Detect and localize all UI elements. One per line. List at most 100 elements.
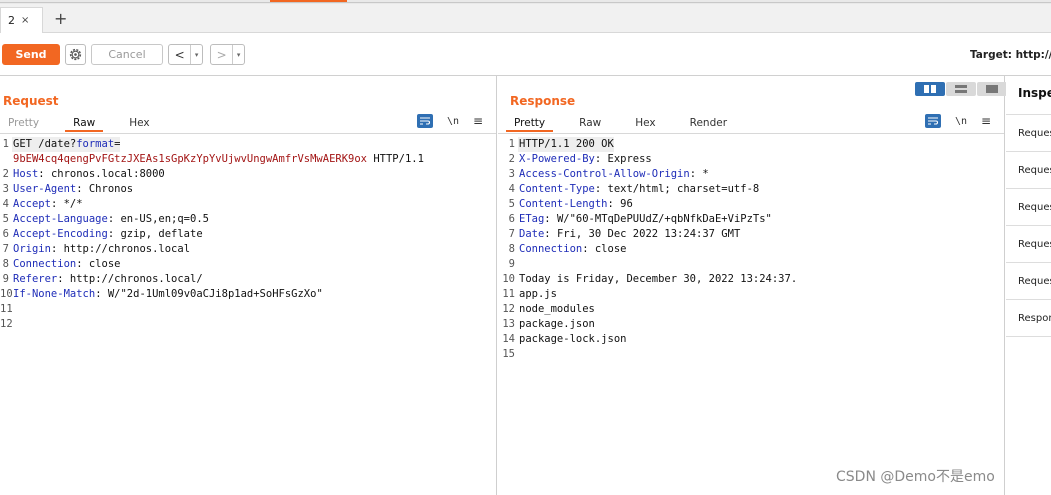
inspector-item[interactable]: Request cookies [1006,226,1051,263]
newline-toggle-icon[interactable]: \n [447,116,459,127]
code-line: 12 [0,317,496,332]
settings-button[interactable] [65,44,86,65]
inspector-pane: Inspector Request attributes Request que… [1006,76,1051,495]
single-pane-layout-icon[interactable] [977,82,1007,96]
line-number: 1 [508,138,515,150]
text-segment: : en-US,en;q=0.5 [107,213,209,225]
line-number: 4 [508,183,515,195]
tab-hex[interactable]: Hex [121,114,157,132]
line-text [12,317,13,332]
inspector-item[interactable]: Request body parameters [1006,189,1051,226]
close-tab-icon[interactable]: × [21,15,29,26]
line-text: Access-Control-Allow-Origin: * [518,167,709,182]
line-text: Content-Type: text/html; charset=utf-8 [518,182,759,197]
line-text: Origin: http://chronos.local [12,242,190,257]
line-number: 8 [2,258,9,270]
line-number: 15 [502,348,515,360]
line-number: 9 [508,258,515,270]
text-segment: HTTP/1.1 200 OK [519,138,614,150]
text-segment: : Chronos [76,183,134,195]
code-line: 4 Accept: */* [0,197,496,212]
side-by-side-layout-icon[interactable] [915,82,945,96]
line-text: If-None-Match: W/"2d-1Uml09v0aCJi8p1ad+S… [12,287,323,302]
menu-icon[interactable]: ≡ [473,114,483,128]
divider [0,133,496,134]
line-number: 1 [2,138,9,150]
newline-toggle-icon[interactable]: \n [955,116,967,127]
repeater-tab-2[interactable]: 2 × [0,7,43,33]
code-line: 11 [0,302,496,317]
text-segment: HTTP/1.1 [367,153,424,165]
top-divider [0,2,1051,3]
word-wrap-icon[interactable] [925,114,941,128]
tab-strip: 2 × + [0,0,1051,33]
line-text: X-Powered-By: Express [518,152,652,167]
header-name: Connection [13,258,77,270]
text-segment: : http://chronos.local [50,243,191,255]
chevron-down-icon[interactable]: ▾ [232,45,244,64]
line-text: Today is Friday, December 30, 2022 13:24… [518,272,797,287]
stacked-layout-icon[interactable] [946,82,976,96]
header-name: User-Agent [13,183,77,195]
line-text: GET /date?format= [12,137,121,152]
request-title: Request [3,94,59,108]
text-segment: : * [689,168,709,180]
code-line: 13 package.json [498,317,1004,332]
line-number: 12 [0,318,13,330]
response-title: Response [510,94,576,108]
inspector-item[interactable]: Response headers [1006,300,1051,337]
line-number: 7 [508,228,515,240]
chevron-down-icon[interactable]: ▾ [190,45,202,64]
inspector-item[interactable]: Request query parameters [1006,152,1051,189]
line-text: Referer: http://chronos.local/ [12,272,203,287]
text-segment: : chronos.local:8000 [38,168,165,180]
text-segment: : close [76,258,121,270]
line-text: Host: chronos.local:8000 [12,167,165,182]
inspector-title: Inspector [1018,86,1051,100]
text-segment: : 96 [607,198,633,210]
text-segment: : */* [50,198,83,210]
response-editor[interactable]: 1 HTTP/1.1 200 OK 2 X-Powered-By: Express 3 A… [498,137,1004,362]
code-line: 5 Content-Length: 96 [498,197,1004,212]
header-name: Connection [519,243,583,255]
text-segment: : http://chronos.local/ [57,273,203,285]
code-line: 6 Accept-Encoding: gzip, deflate [0,227,496,242]
line-text [518,347,519,362]
text-segment: = [114,138,121,150]
tab-raw[interactable]: Raw [65,114,104,132]
line-number: 13 [502,318,515,330]
code-line: 15 [498,347,1004,362]
history-back-button[interactable]: < ▾ [168,44,203,65]
target-label[interactable]: Target: http://ch [970,49,1051,61]
text-segment: GET /date? [13,138,77,150]
word-wrap-icon[interactable] [417,114,433,128]
code-line: 7 Date: Fri, 30 Dec 2022 13:24:37 GMT [498,227,1004,242]
header-name: X-Powered-By [519,153,595,165]
menu-icon[interactable]: ≡ [981,114,991,128]
history-forward-button[interactable]: > ▾ [210,44,245,65]
code-line: 3 User-Agent: Chronos [0,182,496,197]
code-line: 2 X-Powered-By: Express [498,152,1004,167]
request-editor[interactable]: 1 GET /date?format= 9bEW4cq4qengPvFGtzJXEA… [0,137,496,332]
inspector-item[interactable]: Request attributes [1006,115,1051,152]
code-line: 9 Referer: http://chronos.local/ [0,272,496,287]
text-segment: : Express [594,153,652,165]
divider [498,133,1004,134]
tab-render[interactable]: Render [682,114,735,132]
request-pane: Request Pretty Raw Hex \n ≡ 1 GET /date?f… [0,76,497,495]
code-line: 3 Access-Control-Allow-Origin: * [498,167,1004,182]
code-line: 8 Connection: close [498,242,1004,257]
cancel-button[interactable]: Cancel [91,44,163,65]
line-text [518,257,519,272]
add-tab-icon[interactable]: + [54,9,67,29]
tab-pretty[interactable]: Pretty [506,114,554,132]
tab-pretty[interactable]: Pretty [0,114,47,132]
inspector-list: Request attributes Request query paramet… [1006,114,1051,337]
line-number: 5 [2,213,9,225]
send-button[interactable]: Send [2,44,60,65]
text-segment: node_modules [519,303,595,315]
code-line: 6 ETag: W/"60-MTqDePUUdZ/+qbNfkDaE+ViPzTs… [498,212,1004,227]
tab-hex[interactable]: Hex [627,114,663,132]
inspector-item[interactable]: Request headers [1006,263,1051,300]
tab-raw[interactable]: Raw [571,114,609,132]
